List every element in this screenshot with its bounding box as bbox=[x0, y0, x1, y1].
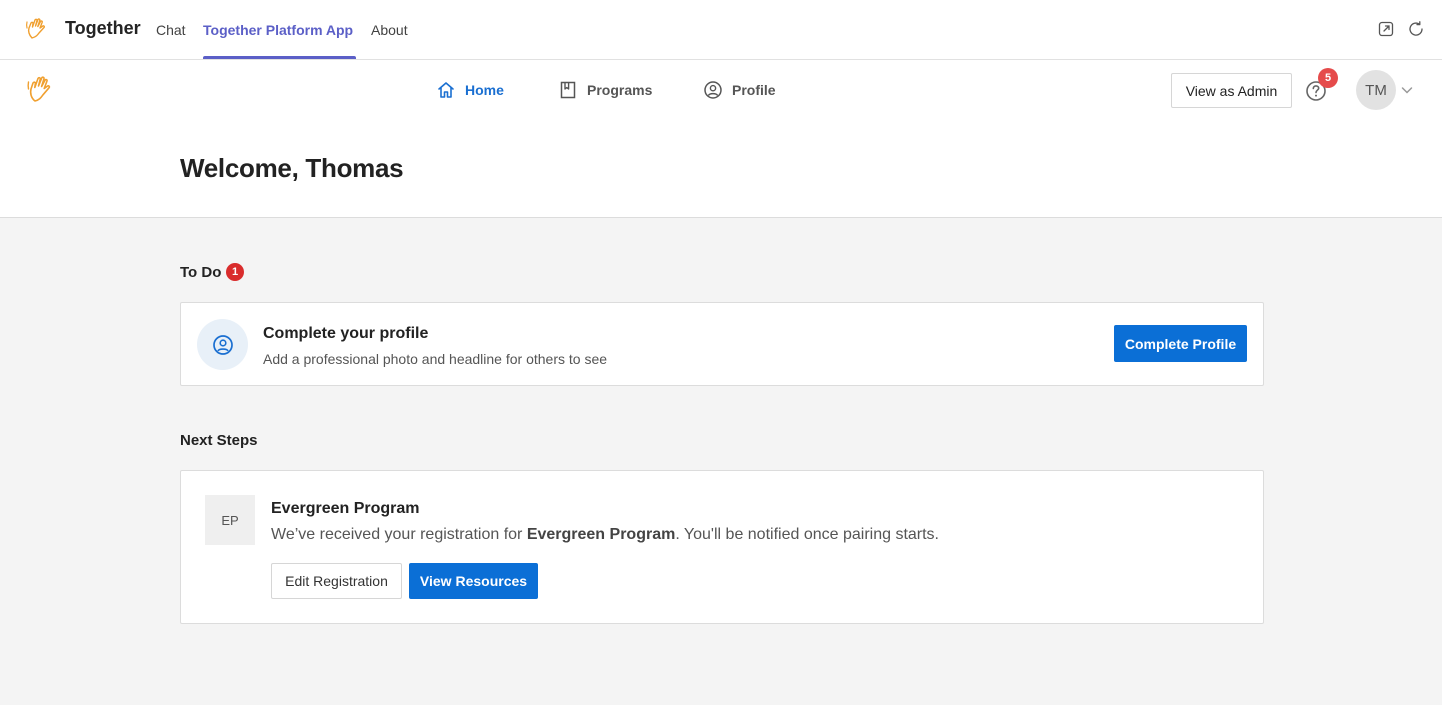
top-bar: Together Chat Together Platform App Abou… bbox=[0, 0, 1442, 60]
tab-chat[interactable]: Chat bbox=[156, 22, 186, 38]
home-icon bbox=[438, 82, 454, 98]
app-header: Home Programs Profile View as Admin 5 TM… bbox=[0, 60, 1442, 218]
edit-registration-button[interactable]: Edit Registration bbox=[271, 563, 402, 599]
user-circle-icon bbox=[704, 81, 722, 99]
program-name: Evergreen Program bbox=[271, 500, 420, 517]
nav-programs-label: Programs bbox=[587, 82, 653, 98]
popout-icon[interactable] bbox=[1377, 20, 1395, 38]
complete-profile-button[interactable]: Complete Profile bbox=[1114, 325, 1247, 362]
program-description: We’ve received your registration for Eve… bbox=[271, 526, 939, 544]
chevron-down-icon[interactable] bbox=[1400, 83, 1414, 97]
todo-section-title: To Do bbox=[180, 264, 222, 281]
profile-avatar-placeholder bbox=[197, 319, 248, 370]
app-name: Together bbox=[65, 18, 141, 38]
user-circle-icon bbox=[212, 334, 233, 355]
avatar[interactable]: TM bbox=[1356, 70, 1396, 110]
tab-about[interactable]: About bbox=[371, 22, 408, 38]
next-steps-title: Next Steps bbox=[180, 432, 258, 449]
help-notification-badge: 5 bbox=[1318, 68, 1338, 88]
tab-together-platform-app[interactable]: Together Platform App bbox=[203, 22, 353, 38]
program-description-bold: Evergreen Program bbox=[526, 526, 676, 543]
view-resources-button[interactable]: View Resources bbox=[409, 563, 538, 599]
nav-profile-label: Profile bbox=[732, 82, 776, 98]
todo-card: Complete your profile Add a professional… bbox=[180, 302, 1264, 386]
app-logo-hand-icon[interactable] bbox=[25, 73, 55, 105]
program-avatar: EP bbox=[205, 495, 255, 545]
nav-home[interactable]: Home bbox=[436, 78, 504, 102]
refresh-icon[interactable] bbox=[1407, 20, 1425, 38]
program-description-suffix: . You'll be notified once pairing starts… bbox=[675, 526, 939, 543]
wave-hand-icon bbox=[26, 18, 45, 39]
todo-count-badge: 1 bbox=[226, 263, 244, 281]
view-as-admin-button[interactable]: View as Admin bbox=[1171, 73, 1292, 108]
page-title: Welcome, Thomas bbox=[180, 153, 404, 183]
nav-home-label: Home bbox=[465, 82, 504, 98]
program-description-prefix: We’ve received your registration for bbox=[271, 526, 527, 543]
todo-heading: Complete your profile bbox=[263, 325, 429, 342]
nav-programs[interactable]: Programs bbox=[558, 78, 652, 102]
book-icon bbox=[560, 81, 576, 99]
todo-subtext: Add a professional photo and headline fo… bbox=[263, 351, 608, 367]
active-tab-indicator bbox=[203, 56, 356, 59]
program-card: EP Evergreen Program We’ve received your… bbox=[180, 470, 1264, 624]
nav-profile[interactable]: Profile bbox=[703, 78, 776, 102]
